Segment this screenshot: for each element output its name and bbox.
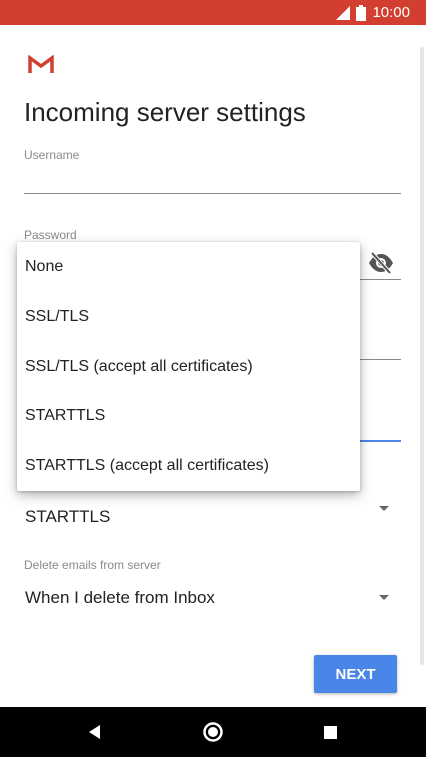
next-button[interactable]: NEXT [314,655,397,693]
delete-emails-dropdown-icon[interactable] [379,595,389,600]
back-icon [89,725,100,739]
menu-item-starttls[interactable]: STARTTLS [17,391,360,440]
page-title: Incoming server settings [24,97,306,127]
status-time: 10:00 [372,4,410,21]
settings-screen: Incoming server settings Username Passwo… [0,25,426,707]
recents-icon [323,725,337,739]
home-icon [203,722,223,742]
home-button[interactable] [200,719,226,745]
delete-emails-select[interactable]: When I delete from Inbox [25,588,215,608]
status-icons: 10:00 [336,4,410,21]
battery-icon [356,4,367,21]
menu-item-starttls-accept-all[interactable]: STARTTLS (accept all certificates) [17,441,360,490]
status-bar: 10:00 [0,0,426,25]
visibility-off-icon[interactable] [368,252,394,274]
delete-emails-label: Delete emails from server [24,558,161,572]
password-label: Password [24,228,77,242]
username-field[interactable] [24,193,401,194]
recents-button[interactable] [317,719,343,745]
gmail-logo-icon [28,55,54,73]
signal-icon [336,5,351,20]
username-label: Username [24,148,80,162]
scrollbar[interactable] [420,47,424,665]
menu-item-ssl-tls[interactable]: SSL/TLS [17,292,360,341]
security-type-select[interactable]: STARTTLS [25,507,110,527]
back-button[interactable] [82,719,108,745]
security-type-dropdown-icon[interactable] [379,506,389,511]
menu-item-none[interactable]: None [17,242,360,291]
menu-item-ssl-tls-accept-all[interactable]: SSL/TLS (accept all certificates) [17,342,360,391]
security-type-menu: None SSL/TLS SSL/TLS (accept all certifi… [17,242,360,491]
navigation-bar [0,707,426,757]
